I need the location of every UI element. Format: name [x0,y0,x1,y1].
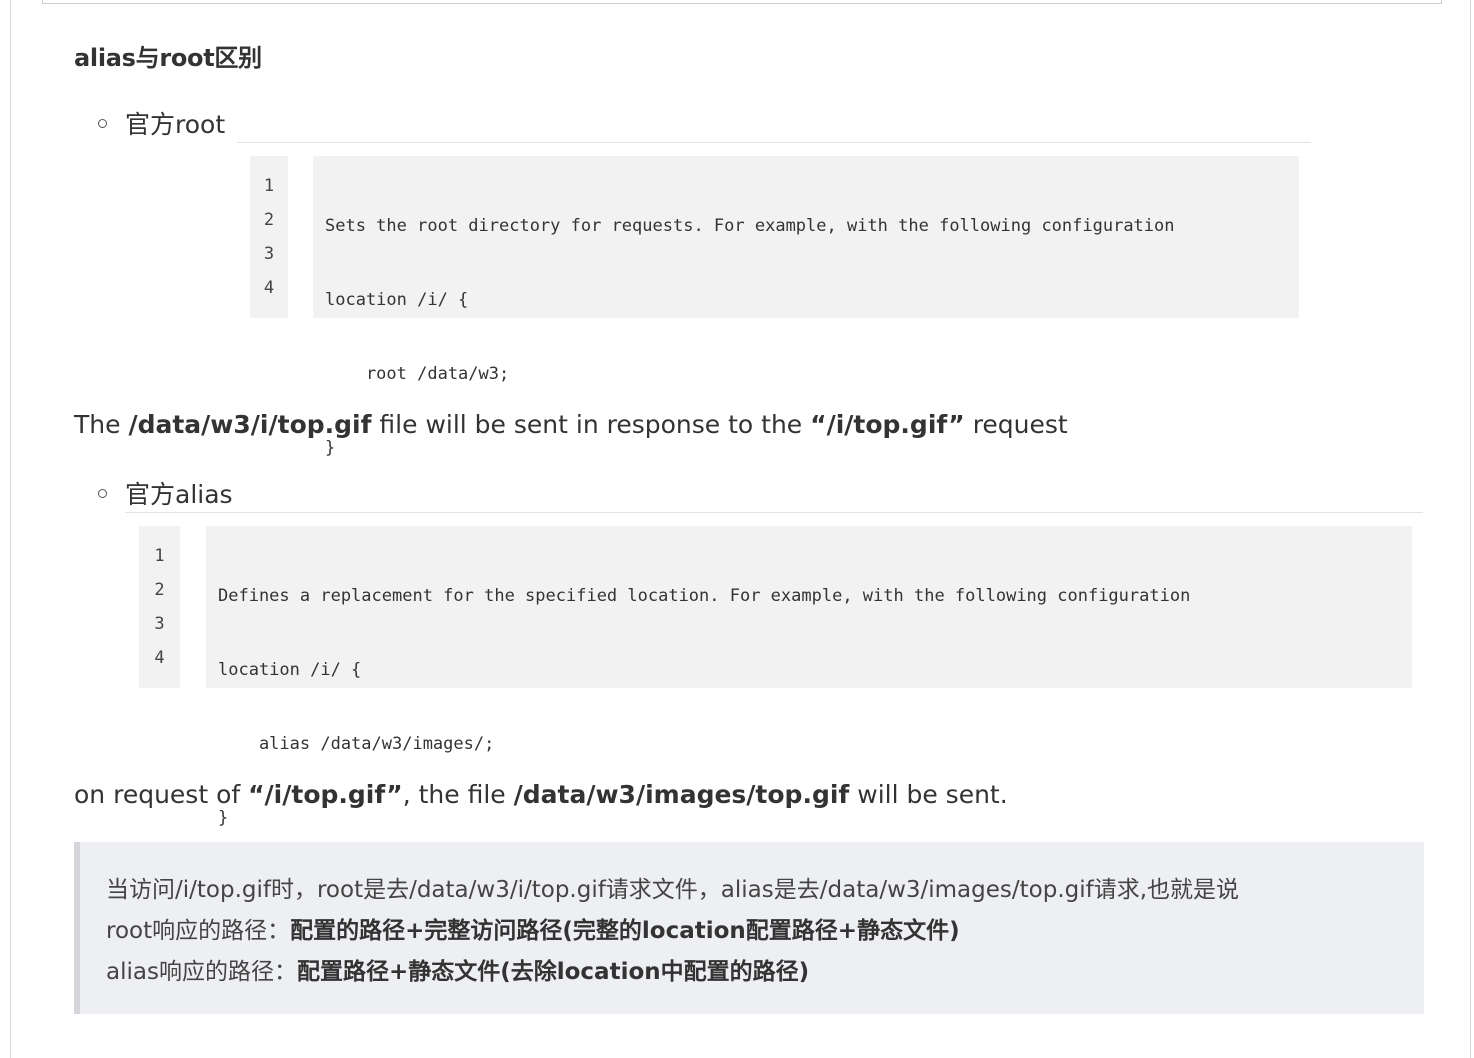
line-number: 4 [154,648,165,668]
code-line: root /data/w3; [325,364,510,384]
alias-file-path: /data/w3/images/top.gif [513,780,850,809]
list-item-divider [125,512,1423,513]
code-line: location /i/ { [218,660,362,680]
code-content: Defines a replacement for the specified … [206,526,1412,828]
line-number-gutter: 1 2 3 4 [139,526,180,688]
hollow-bullet-icon [98,118,107,128]
code-line: location /i/ { [325,290,469,310]
code-line: Sets the root directory for requests. Fo… [325,216,1175,236]
code-content: Sets the root directory for requests. Fo… [313,156,1299,458]
list-item-label: 官方root [125,110,226,139]
request-path: “/i/top.gif” [810,410,965,439]
line-number: 4 [263,278,275,298]
line-number: 1 [154,546,165,566]
line-number: 2 [263,210,275,230]
code-block-alias: 1 2 3 4 Defines a replacement for the sp… [139,526,1412,828]
summary-line-alias: alias响应的路径：配置路径+静态文件(去除location中配置的路径) [106,959,810,985]
summary-line: 当访问/i/top.gif时，root是去/data/w3/i/top.gif请… [106,877,1240,903]
previous-block-edge [42,0,1442,4]
root-description: The /data/w3/i/top.gif file will be sent… [74,410,1068,439]
code-block-root: 1 2 3 4 Sets the root directory for requ… [250,156,1299,458]
list-item-alias: 官方alias [98,474,233,512]
line-number: 2 [154,580,165,600]
code-line: alias /data/w3/images/; [218,734,495,754]
request-path: “/i/top.gif” [248,780,403,809]
hollow-bullet-icon [98,488,107,498]
line-number: 3 [263,244,275,264]
summary-line-root: root响应的路径：配置的路径+完整访问路径(完整的location配置路径+静… [106,918,960,944]
list-item-label: 官方alias [125,480,233,509]
code-line: Defines a replacement for the specified … [218,586,1191,606]
line-number-gutter: 1 2 3 4 [250,156,288,318]
summary-blockquote: 当访问/i/top.gif时，root是去/data/w3/i/top.gif请… [74,842,1424,1014]
alias-description: on request of “/i/top.gif”, the file /da… [74,780,1008,809]
line-number: 1 [263,176,275,196]
root-file-path: /data/w3/i/top.gif [128,410,372,439]
section-heading: alias与root区别 [74,44,262,72]
list-item-root: 官方root [98,104,225,142]
line-number: 3 [154,614,165,634]
list-item-divider [237,142,1311,143]
